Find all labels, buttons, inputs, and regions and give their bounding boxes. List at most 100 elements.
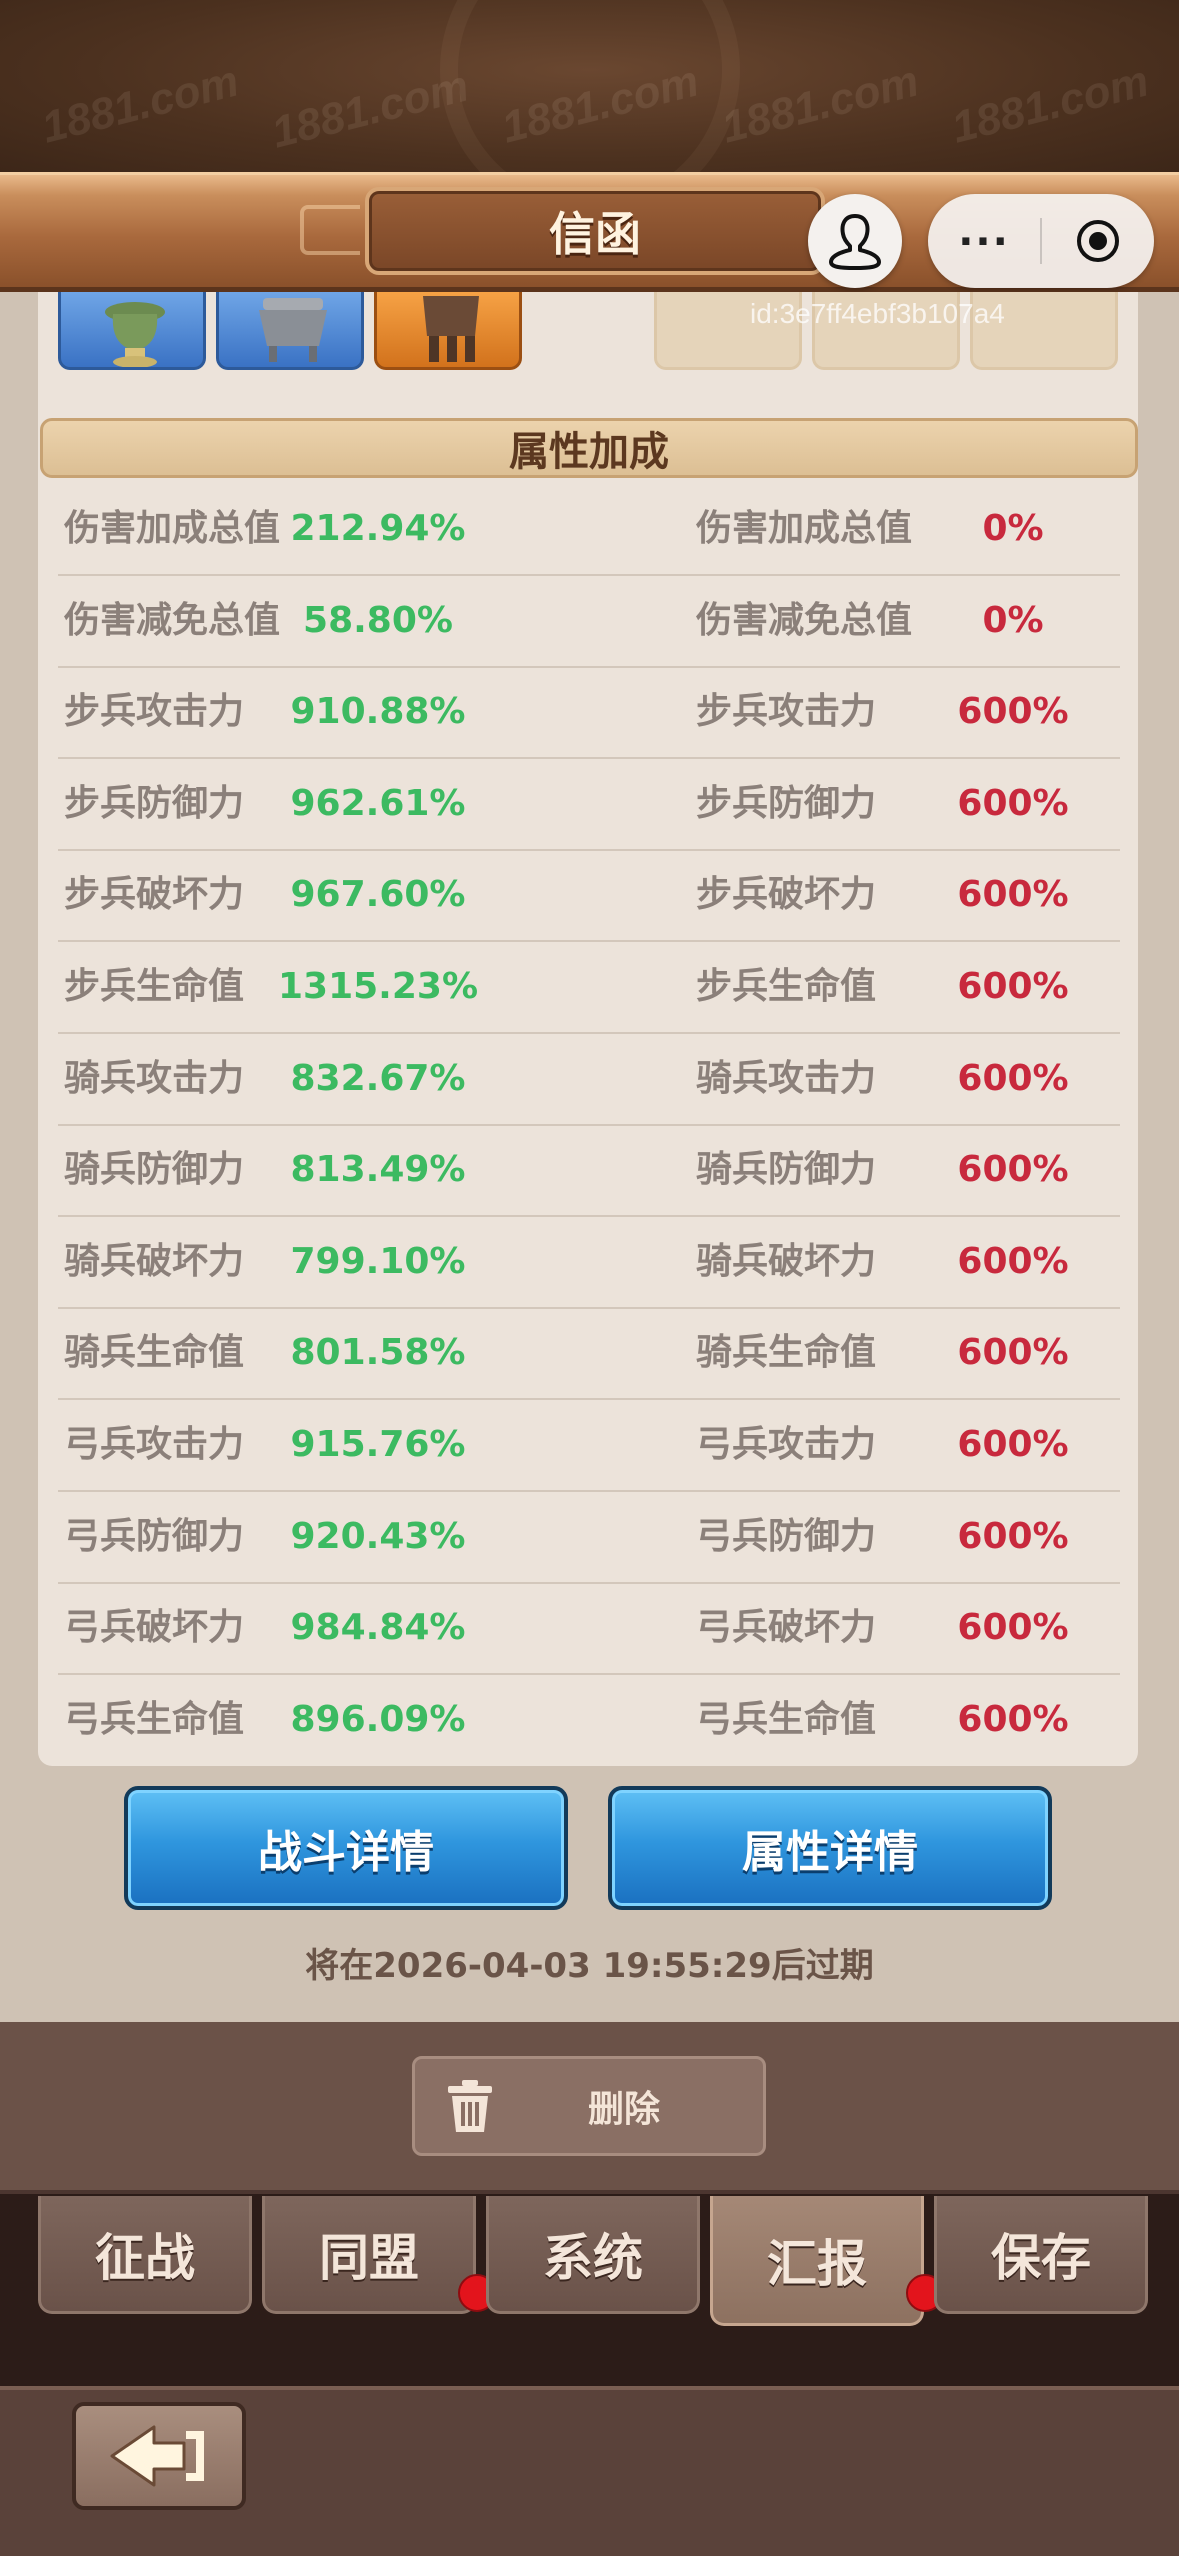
watermark: 1881.com [946, 56, 1154, 153]
right-attribute-label: 弓兵防御力 [696, 1515, 877, 1557]
left-attribute-label: 骑兵攻击力 [64, 1057, 245, 1099]
attribute-row: 步兵攻击力 910.88% 步兵攻击力 600% [58, 667, 1120, 760]
left-attribute-value: 962.61% [290, 782, 466, 824]
trash-icon [415, 2078, 525, 2134]
left-attribute-label: 伤害减免总值 [64, 599, 281, 641]
attribute-row: 骑兵防御力 813.49% 骑兵防御力 600% [58, 1125, 1120, 1218]
attribute-row: 弓兵攻击力 915.76% 弓兵攻击力 600% [58, 1400, 1120, 1492]
attribute-row: 步兵生命值 1315.23% 步兵生命值 600% [58, 942, 1120, 1034]
attribute-row: 骑兵攻击力 832.67% 骑兵攻击力 600% [58, 1034, 1120, 1126]
more-dots-icon[interactable]: ... [928, 194, 1040, 288]
section-title: 属性加成 [40, 418, 1138, 478]
right-attribute-value: 600% [957, 691, 1069, 733]
right-attribute-label: 伤害减免总值 [696, 599, 913, 641]
left-attribute-value: 801.58% [290, 1332, 466, 1374]
left-attribute-value: 920.43% [290, 1515, 466, 1557]
right-attribute-value: 600% [957, 1149, 1069, 1191]
right-attribute-value: 600% [957, 1698, 1069, 1740]
right-attribute-value: 600% [957, 1515, 1069, 1557]
tab-4[interactable]: 汇报 [710, 2196, 924, 2326]
right-attribute-label: 弓兵攻击力 [696, 1424, 877, 1465]
left-attribute-value: 967.60% [290, 874, 466, 916]
watermark: 1881.com [36, 56, 244, 153]
back-button[interactable] [72, 2402, 246, 2510]
mini-program-capsule: ... [928, 194, 1154, 288]
target-icon[interactable] [1042, 194, 1154, 288]
back-arrow-icon [110, 2425, 204, 2487]
delete-button[interactable]: 删除 [412, 2056, 766, 2156]
right-attribute-label: 步兵生命值 [696, 966, 877, 1007]
attribute-row: 弓兵生命值 896.09% 弓兵生命值 600% [58, 1675, 1120, 1767]
left-attribute-label: 骑兵生命值 [64, 1332, 245, 1374]
tab-5[interactable]: 保存 [934, 2196, 1148, 2314]
left-attribute-label: 步兵防御力 [64, 782, 245, 824]
watermark: 1881.com [266, 61, 474, 158]
delete-label: 删除 [587, 2089, 660, 2130]
attribute-row: 步兵防御力 962.61% 步兵防御力 600% [58, 759, 1120, 851]
right-attribute-label: 骑兵防御力 [696, 1149, 877, 1191]
attribute-row: 骑兵生命值 801.58% 骑兵生命值 600% [58, 1308, 1120, 1401]
right-attribute-label: 骑兵攻击力 [696, 1057, 877, 1099]
right-attribute-label: 步兵防御力 [696, 782, 877, 824]
expire-text: 将在2026-04-03 19:55:29后过期 [305, 1946, 874, 1986]
right-attribute-value: 600% [957, 782, 1069, 824]
right-attribute-value: 600% [957, 1057, 1069, 1099]
right-attribute-label: 步兵攻击力 [696, 691, 877, 733]
right-attribute-label: 伤害加成总值 [696, 508, 913, 549]
equipment-cauldron-icon[interactable] [216, 292, 364, 370]
right-attribute-value: 600% [957, 1424, 1069, 1465]
left-attribute-value: 58.80% [303, 599, 453, 641]
attribute-row: 弓兵防御力 920.43% 弓兵防御力 600% [58, 1492, 1120, 1584]
attribute-row: 伤害加成总值 212.94% 伤害加成总值 0% [58, 484, 1120, 576]
left-attribute-value: 813.49% [290, 1149, 466, 1191]
right-attribute-value: 600% [957, 1240, 1069, 1282]
watermark: 1881.com [716, 56, 924, 153]
left-attribute-label: 弓兵攻击力 [64, 1424, 245, 1465]
left-attribute-value: 915.76% [290, 1424, 466, 1465]
right-attribute-label: 弓兵破坏力 [696, 1607, 877, 1649]
right-attribute-label: 骑兵破坏力 [696, 1240, 877, 1282]
report-id: id:3e7ff4ebf3b107a4 [750, 298, 1005, 329]
left-attribute-value: 832.67% [290, 1057, 466, 1099]
right-attribute-value: 0% [982, 599, 1044, 641]
left-attribute-label: 步兵破坏力 [64, 874, 245, 916]
left-attribute-label: 骑兵破坏力 [64, 1240, 245, 1282]
left-attribute-value: 799.10% [290, 1240, 466, 1282]
tab-3[interactable]: 系统 [486, 2196, 700, 2314]
right-attribute-label: 弓兵生命值 [696, 1698, 877, 1740]
tab-1[interactable]: 征战 [38, 2196, 252, 2314]
attribute-details-button[interactable]: 属性详情 [608, 1786, 1052, 1910]
title-ornament [300, 205, 360, 255]
right-attribute-label: 步兵破坏力 [696, 874, 877, 916]
right-attribute-value: 0% [982, 508, 1044, 549]
top-background: 1881.com 1881.com 1881.com 1881.com 1881… [0, 0, 1179, 175]
left-attribute-label: 步兵攻击力 [64, 691, 245, 733]
left-attribute-value: 896.09% [290, 1698, 466, 1740]
right-attribute-value: 600% [957, 874, 1069, 916]
left-attribute-label: 弓兵破坏力 [64, 1607, 245, 1649]
left-attribute-label: 伤害加成总值 [64, 508, 281, 549]
right-attribute-value: 600% [957, 966, 1069, 1007]
battle-details-button[interactable]: 战斗详情 [124, 1786, 568, 1910]
title-plate: 信函 [365, 187, 825, 275]
attribute-row: 弓兵破坏力 984.84% 弓兵破坏力 600% [58, 1583, 1120, 1676]
right-attribute-value: 600% [957, 1332, 1069, 1374]
left-attribute-value: 910.88% [290, 691, 466, 733]
attribute-row: 骑兵破坏力 799.10% 骑兵破坏力 600% [58, 1217, 1120, 1309]
tab-2[interactable]: 同盟 [262, 2196, 476, 2314]
attribute-row: 步兵破坏力 967.60% 步兵破坏力 600% [58, 850, 1120, 943]
left-attribute-label: 步兵生命值 [64, 966, 245, 1007]
right-attribute-label: 骑兵生命值 [696, 1332, 877, 1374]
left-attribute-label: 弓兵生命值 [64, 1698, 245, 1740]
left-attribute-value: 984.84% [290, 1607, 466, 1649]
equipment-vase-icon[interactable] [58, 292, 206, 370]
left-attribute-value: 212.94% [290, 508, 466, 549]
left-attribute-value: 1315.23% [277, 966, 479, 1007]
attribute-row: 伤害减免总值 58.80% 伤害减免总值 0% [58, 576, 1120, 668]
left-attribute-label: 弓兵防御力 [64, 1515, 245, 1557]
page-title: 信函 [549, 207, 641, 261]
left-attribute-label: 骑兵防御力 [64, 1149, 245, 1191]
user-silhouette-icon[interactable] [808, 194, 902, 288]
right-attribute-value: 600% [957, 1607, 1069, 1649]
equipment-tripod-icon[interactable] [374, 292, 522, 370]
